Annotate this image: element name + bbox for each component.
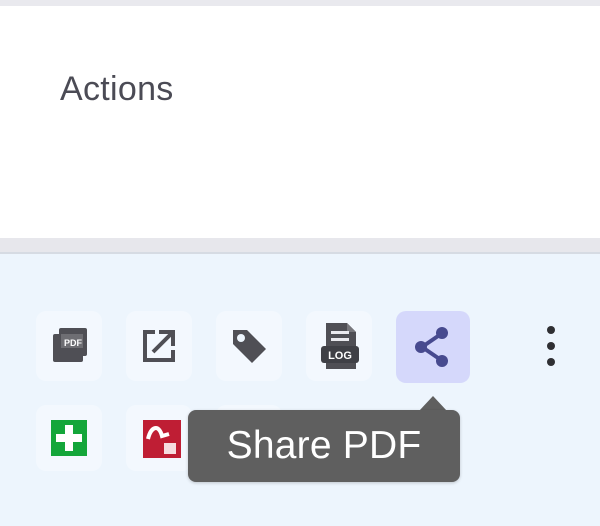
svg-text:LOG: LOG xyxy=(328,350,352,362)
log-document-icon: LOG xyxy=(314,319,364,373)
external-link-icon xyxy=(135,322,183,370)
table-divider xyxy=(0,238,600,254)
share-pdf-tooltip: Share PDF xyxy=(188,410,460,482)
view-pdf-button[interactable]: PDF xyxy=(36,311,102,381)
vertical-dots-icon xyxy=(545,322,557,375)
open-external-button[interactable] xyxy=(126,311,192,381)
share-icon xyxy=(408,322,458,372)
tag-icon xyxy=(225,322,273,370)
acrobat-document-button[interactable] xyxy=(126,405,192,471)
tag-button[interactable] xyxy=(216,311,282,381)
svg-text:PDF: PDF xyxy=(64,338,83,348)
red-document-icon xyxy=(135,414,183,462)
tooltip-arrow xyxy=(419,396,447,411)
actions-column-title: Actions xyxy=(60,70,174,108)
add-record-button[interactable] xyxy=(36,405,102,471)
green-plus-icon xyxy=(45,414,93,462)
pdf-stack-icon: PDF xyxy=(45,322,93,370)
actions-table-fragment: Actions PDF LOG Share PDF xyxy=(0,0,600,526)
more-actions-button[interactable] xyxy=(536,322,566,374)
view-log-button[interactable]: LOG xyxy=(306,311,372,381)
share-pdf-button[interactable] xyxy=(396,311,470,383)
selected-row-actions-cell xyxy=(0,254,600,526)
actions-header-cell: Actions xyxy=(0,6,600,238)
